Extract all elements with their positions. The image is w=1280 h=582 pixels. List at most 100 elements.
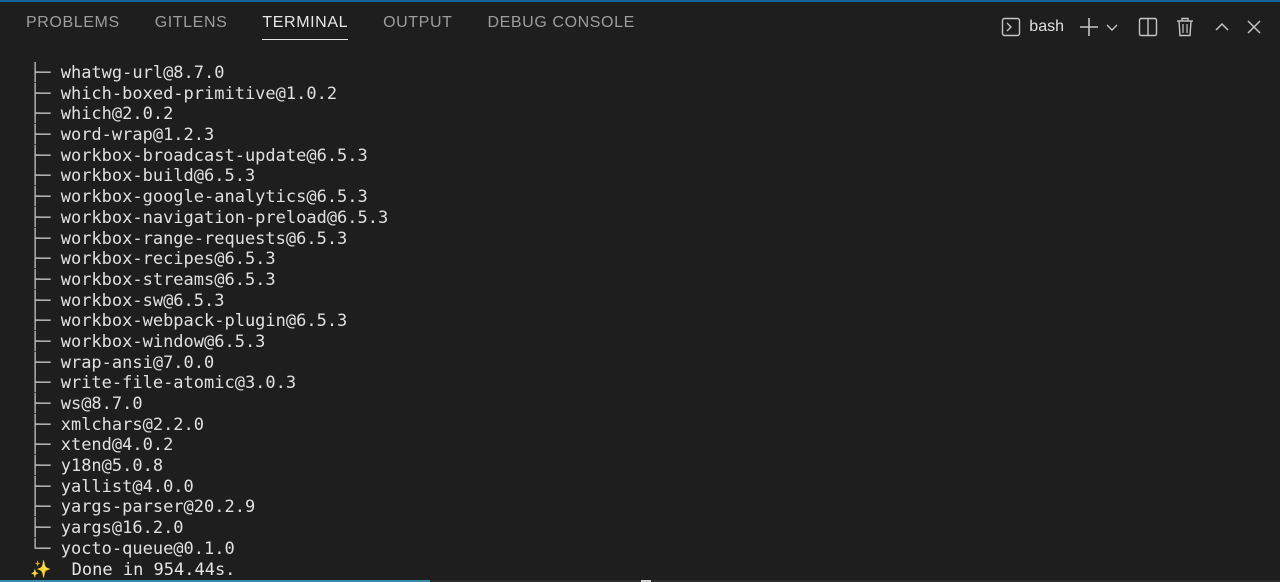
tree-branch: ├─ [30,166,61,187]
package-line: ├─ workbox-window@6.5.3 [30,332,1260,353]
tree-branch: ├─ [30,290,61,311]
tree-branch: ├─ [30,187,61,208]
tree-branch: ├─ [30,269,61,290]
new-terminal-button[interactable] [1078,16,1100,38]
tree-branch: ├─ [30,331,61,352]
package-name: xtend@4.0.2 [60,435,174,456]
plus-icon [1078,16,1100,38]
terminal-output[interactable]: ├─ whatwg-url@8.7.0 ├─ which-boxed-primit… [30,63,1260,580]
package-name: workbox-streams@6.5.3 [60,269,276,290]
package-name: ws@8.7.0 [60,394,143,414]
tree-branch: ├─ [30,228,61,249]
package-line: ├─ yargs-parser@20.2.9 [30,497,1260,518]
package-line: ├─ wrap-ansi@7.0.0 [30,353,1260,374]
chevron-down-icon [1106,21,1118,33]
package-line: ├─ xmlchars@2.2.0 [30,415,1260,436]
package-name: write-file-atomic@3.0.3 [60,373,297,394]
panel-tabs: PROBLEMS GITLENS TERMINAL OUTPUT DEBUG C… [26,14,635,40]
package-line: ├─ workbox-recipes@6.5.3 [30,249,1260,270]
package-name: workbox-navigation-preload@6.5.3 [60,207,389,228]
package-line: ├─ yargs@16.2.0 [30,518,1260,539]
kill-terminal-button[interactable] [1176,17,1194,37]
package-name: which@2.0.2 [60,104,174,125]
tree-branch: ├─ [30,352,61,373]
package-tree: ├─ whatwg-url@8.7.0 ├─ which-boxed-primit… [30,63,1260,560]
tree-branch: ├─ [30,207,61,228]
tree-branch: ├─ [30,125,61,146]
package-line: ├─ workbox-build@6.5.3 [30,166,1260,187]
chevron-up-icon [1214,19,1230,35]
package-line: ├─ word-wrap@1.2.3 [30,125,1260,146]
package-name: workbox-google-analytics@6.5.3 [60,187,368,208]
package-name: whatwg-url@8.7.0 [60,63,225,83]
package-name: xmlchars@2.2.0 [60,414,205,435]
tree-branch: ├─ [30,63,61,83]
terminal-dropdown-button[interactable] [1106,21,1118,33]
close-panel-button[interactable] [1246,19,1262,35]
tab-problems[interactable]: PROBLEMS [26,14,120,40]
package-line: ├─ yallist@4.0.0 [30,477,1260,498]
tree-branch: ├─ [30,497,61,518]
package-line: ├─ which-boxed-primitive@1.0.2 [30,84,1260,105]
tree-branch: ├─ [30,311,61,332]
tab-output[interactable]: OUTPUT [383,14,452,40]
package-name: workbox-recipes@6.5.3 [60,249,276,270]
package-name: which-boxed-primitive@1.0.2 [60,83,338,104]
tree-branch: ├─ [30,518,61,539]
tree-branch: ├─ [30,394,61,414]
tree-branch: ├─ [30,249,61,270]
tree-branch: ├─ [30,145,61,166]
panel-header: PROBLEMS GITLENS TERMINAL OUTPUT DEBUG C… [0,2,1280,52]
package-name: workbox-broadcast-update@6.5.3 [60,145,368,166]
package-line: ├─ workbox-broadcast-update@6.5.3 [30,146,1260,167]
trash-icon [1176,17,1194,37]
tree-branch: ├─ [30,373,61,394]
package-line: ├─ workbox-webpack-plugin@6.5.3 [30,311,1260,332]
package-line: ├─ workbox-range-requests@6.5.3 [30,229,1260,250]
package-name: word-wrap@1.2.3 [60,125,215,146]
sparkle-icon: ✨ [30,559,52,580]
terminal-select-button[interactable]: bash [1001,17,1064,37]
package-name: y18n@5.0.8 [60,456,164,477]
package-line: ├─ ws@8.7.0 [30,394,1260,415]
tree-branch: └─ [30,538,61,559]
tab-debug-console[interactable]: DEBUG CONSOLE [487,14,634,40]
package-line: └─ yocto-queue@0.1.0 [30,539,1260,560]
package-name: workbox-window@6.5.3 [60,331,266,352]
package-line: ├─ workbox-google-analytics@6.5.3 [30,187,1260,208]
package-line: ├─ which@2.0.2 [30,104,1260,125]
tree-branch: ├─ [30,414,61,435]
split-terminal-button[interactable] [1138,17,1158,37]
package-name: yargs-parser@20.2.9 [60,497,256,518]
tree-branch: ├─ [30,435,61,456]
package-name: workbox-webpack-plugin@6.5.3 [60,311,348,332]
terminal-icon [1001,17,1021,37]
package-line: ├─ write-file-atomic@3.0.3 [30,373,1260,394]
package-name: yallist@4.0.0 [60,476,194,497]
package-name: workbox-range-requests@6.5.3 [60,228,348,249]
tree-branch: ├─ [30,83,61,104]
done-message: Done in 954.44s. [71,559,236,580]
package-name: yocto-queue@0.1.0 [60,538,235,559]
tree-branch: ├─ [30,104,61,125]
tab-gitlens[interactable]: GITLENS [155,14,228,40]
package-name: wrap-ansi@7.0.0 [60,352,215,373]
package-name: yargs@16.2.0 [60,518,184,539]
split-icon [1138,17,1158,37]
package-line: ├─ xtend@4.0.2 [30,435,1260,456]
package-name: workbox-build@6.5.3 [60,166,256,187]
tree-branch: ├─ [30,476,61,497]
done-line: ✨ Done in 954.44s. [30,560,1260,581]
terminal-name-label: bash [1029,18,1064,35]
package-line: ├─ workbox-sw@6.5.3 [30,291,1260,312]
package-line: ├─ workbox-navigation-preload@6.5.3 [30,208,1260,229]
maximize-panel-button[interactable] [1214,19,1230,35]
package-line: ├─ y18n@5.0.8 [30,456,1260,477]
tab-terminal[interactable]: TERMINAL [262,14,349,40]
package-line: ├─ workbox-streams@6.5.3 [30,270,1260,291]
tree-branch: ├─ [30,456,61,477]
panel-actions: bash [1001,14,1262,40]
package-name: workbox-sw@6.5.3 [60,290,225,311]
close-icon [1246,19,1262,35]
package-line: ├─ whatwg-url@8.7.0 [30,63,1260,84]
